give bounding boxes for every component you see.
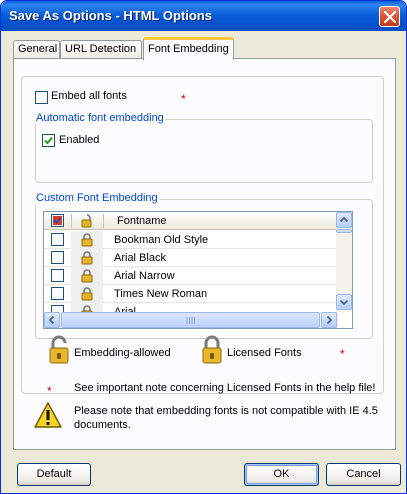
tab-general[interactable]: General xyxy=(13,40,60,59)
close-icon xyxy=(384,11,396,23)
table-header: Fontname xyxy=(44,212,338,230)
enabled-checkbox[interactable] xyxy=(42,134,55,147)
font-checkbox[interactable] xyxy=(51,269,64,282)
warning-icon xyxy=(34,402,62,428)
lock-cell xyxy=(71,231,103,249)
unlocked-padlock-icon xyxy=(49,335,69,364)
table-row[interactable]: Arial Black xyxy=(44,249,338,267)
font-embedding-panel: Embed all fonts * Automatic font embeddi… xyxy=(13,58,396,450)
font-checkbox[interactable] xyxy=(51,287,64,300)
table-row[interactable]: Arial Narrow xyxy=(44,267,338,285)
checkmark-icon xyxy=(44,136,53,145)
font-checkbox[interactable] xyxy=(51,233,64,246)
ok-button[interactable]: OK xyxy=(244,463,319,486)
locked-padlock-icon xyxy=(202,335,222,364)
chevron-left-icon xyxy=(48,315,55,325)
font-name: Times New Roman xyxy=(114,288,208,300)
scroll-left-button[interactable] xyxy=(44,312,60,328)
asterisk-marker: * xyxy=(181,92,186,106)
font-checkbox[interactable] xyxy=(51,251,64,264)
window-title: Save As Options - HTML Options xyxy=(9,8,212,23)
save-as-options-dialog: Save As Options - HTML Options General U… xyxy=(0,0,407,494)
lock-cell xyxy=(71,285,103,303)
horizontal-scrollbar[interactable] xyxy=(44,312,338,328)
close-button[interactable] xyxy=(379,6,400,27)
padlock-header-icon xyxy=(81,214,92,228)
font-name: Bookman Old Style xyxy=(114,234,209,246)
asterisk-marker: * xyxy=(47,384,52,398)
padlock-icon xyxy=(81,269,93,283)
tab-label: URL Detection xyxy=(65,43,137,55)
vertical-scrollbar[interactable] xyxy=(336,212,352,312)
header-separator xyxy=(71,214,72,228)
scroll-right-button[interactable] xyxy=(321,312,337,328)
licensed-fonts-note: See important note concerning Licensed F… xyxy=(74,382,376,394)
embed-all-fonts-checkbox[interactable] xyxy=(35,91,48,104)
grip-icon xyxy=(186,317,195,324)
custom-font-embedding-legend: Custom Font Embedding xyxy=(34,192,160,204)
embedding-allowed-label: Embedding-allowed xyxy=(74,347,171,359)
custom-fonts-table: Fontname Bookman Old Style Arial Black Ari… xyxy=(43,211,353,329)
chevron-up-icon xyxy=(339,216,349,223)
licensed-fonts-label: Licensed Fonts xyxy=(227,347,302,359)
chevron-down-icon xyxy=(339,299,349,306)
scroll-up-button[interactable] xyxy=(336,212,352,228)
select-all-checkbox[interactable] xyxy=(51,214,64,227)
padlock-icon xyxy=(81,251,93,265)
lock-cell xyxy=(71,249,103,267)
cancel-button[interactable]: Cancel xyxy=(326,463,401,486)
default-button[interactable]: Default xyxy=(17,463,91,486)
horizontal-scroll-thumb[interactable] xyxy=(61,312,320,328)
padlock-icon xyxy=(81,233,93,247)
embed-all-fonts-label[interactable]: Embed all fonts xyxy=(51,90,127,102)
fontname-column-header[interactable]: Fontname xyxy=(117,215,167,227)
title-bar[interactable]: Save As Options - HTML Options xyxy=(1,1,406,31)
table-row[interactable]: Bookman Old Style xyxy=(44,231,338,249)
automatic-font-embedding-group: Automatic font embedding xyxy=(34,112,373,183)
font-name: Arial Narrow xyxy=(114,270,175,282)
ie-compatibility-warning: Please note that embedding fonts is not … xyxy=(74,405,378,431)
tab-url-detection[interactable]: URL Detection xyxy=(60,40,142,59)
asterisk-marker: * xyxy=(340,347,345,361)
tab-label: Font Embedding xyxy=(148,43,229,55)
font-name: Arial Black xyxy=(114,252,166,264)
chevron-right-icon xyxy=(326,315,333,325)
table-row[interactable]: Times New Roman xyxy=(44,285,338,303)
padlock-icon xyxy=(81,287,93,301)
lock-cell xyxy=(71,267,103,285)
tab-label: General xyxy=(18,43,58,55)
header-separator xyxy=(103,214,104,228)
enabled-label[interactable]: Enabled xyxy=(59,134,99,146)
vertical-scroll-thumb[interactable] xyxy=(336,229,352,233)
tab-font-embedding[interactable]: Font Embedding xyxy=(143,37,234,60)
checked-square-icon xyxy=(53,216,62,225)
scroll-down-button[interactable] xyxy=(336,294,352,310)
automatic-font-embedding-legend: Automatic font embedding xyxy=(34,112,166,124)
